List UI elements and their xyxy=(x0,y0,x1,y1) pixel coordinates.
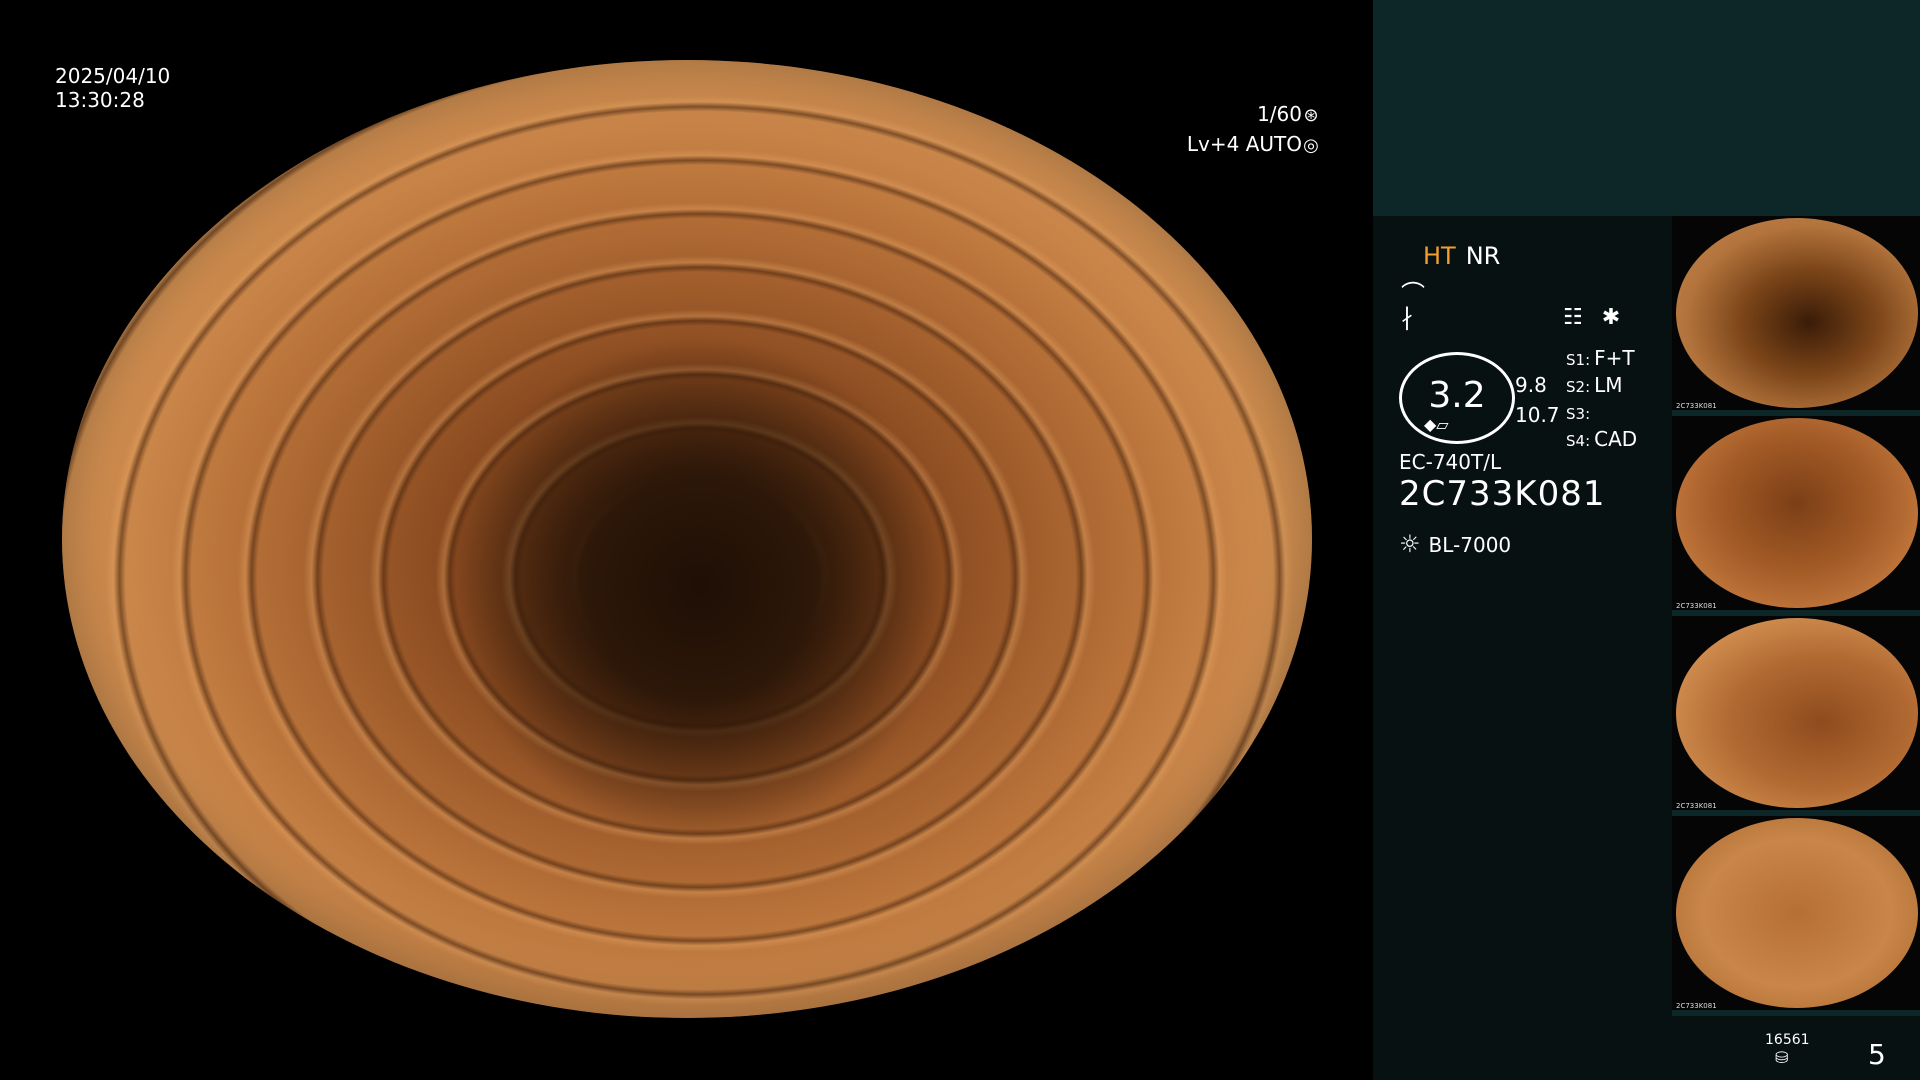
date-text: 2025/04/10 xyxy=(55,64,171,88)
brightness-level: Lv+4 AUTO xyxy=(1186,132,1302,156)
thumbnail-strip: 2C733K081 2C733K081 2C733K081 2C733K081 xyxy=(1672,216,1920,1016)
enhance-icons: ☷ ✱ xyxy=(1563,305,1620,330)
scope-tip-icon: ◆▱ xyxy=(1424,415,1449,434)
setting-s3: S3: xyxy=(1566,405,1591,423)
side-panel-header xyxy=(1373,0,1920,216)
thumbnail-image xyxy=(1676,618,1918,808)
aperture-icon: ⊛ xyxy=(1303,105,1319,126)
thumbnail[interactable]: 2C733K081 xyxy=(1672,616,1920,816)
zoom-side-values: 9.8 10.7 xyxy=(1515,370,1560,430)
thumbnail-image xyxy=(1676,818,1918,1008)
nr-mode: NR xyxy=(1465,242,1501,270)
thumbnail[interactable]: 2C733K081 xyxy=(1672,416,1920,616)
scope-model: EC-740T/L xyxy=(1399,450,1502,474)
view-crop-bottom xyxy=(0,1018,1372,1080)
image-count: 5 xyxy=(1868,1038,1886,1071)
storage-icon: ⛁ xyxy=(1775,1048,1789,1067)
shutter-speed: 1/60 xyxy=(1257,102,1302,126)
thumbnail[interactable]: 2C733K081 xyxy=(1672,816,1920,1016)
endoscope-view xyxy=(62,60,1312,1018)
setting-s1: S1: F+T xyxy=(1566,346,1635,370)
switch-settings: S1: F+T S2: LM S3: S4: CAD xyxy=(1566,346,1637,454)
color-mode-icon: ∤ xyxy=(1401,303,1413,331)
asterisk-icon: ✱ xyxy=(1601,305,1621,330)
mode-indicators: HT NR xyxy=(1423,242,1500,270)
thumbnail-image xyxy=(1676,418,1918,608)
time-text: 13:30:28 xyxy=(55,88,145,112)
thumbnail-label: 2C733K081 xyxy=(1676,402,1717,410)
thumbnail-label: 2C733K081 xyxy=(1676,802,1717,810)
thumbnail-label: 2C733K081 xyxy=(1676,1002,1717,1010)
light-source-icon: ☼ xyxy=(1399,530,1421,558)
view-crop-top xyxy=(0,0,1372,60)
ht-mode: HT xyxy=(1423,242,1456,270)
thumbnail[interactable]: 2C733K081 xyxy=(1672,216,1920,416)
thumbnail-bar xyxy=(1672,1010,1920,1016)
shutter-info: 1/60⊛ Lv+4 AUTO◎ xyxy=(1187,100,1320,160)
stored-count: 16561 xyxy=(1765,1032,1810,1048)
zoom-value: 3.2 xyxy=(1428,375,1486,416)
thumbnail-image xyxy=(1676,218,1918,408)
zoom-indicator: 3.2 ◆▱ xyxy=(1399,352,1515,444)
thumbnail-label: 2C733K081 xyxy=(1676,602,1717,610)
light-source: ☼ BL-7000 xyxy=(1399,530,1511,558)
scope-serial: 2C733K081 xyxy=(1399,474,1606,514)
light-source-name: BL-7000 xyxy=(1428,533,1512,557)
iris-icon: ◎ xyxy=(1303,135,1319,156)
menu-icon: ☷ xyxy=(1563,305,1583,330)
zoom-side-top: 9.8 xyxy=(1515,373,1547,397)
setting-s2: S2: LM xyxy=(1566,373,1623,397)
setting-s4: S4: CAD xyxy=(1566,427,1638,451)
datetime: 2025/04/10 13:30:28 xyxy=(55,64,170,112)
zoom-side-bottom: 10.7 xyxy=(1515,403,1560,427)
